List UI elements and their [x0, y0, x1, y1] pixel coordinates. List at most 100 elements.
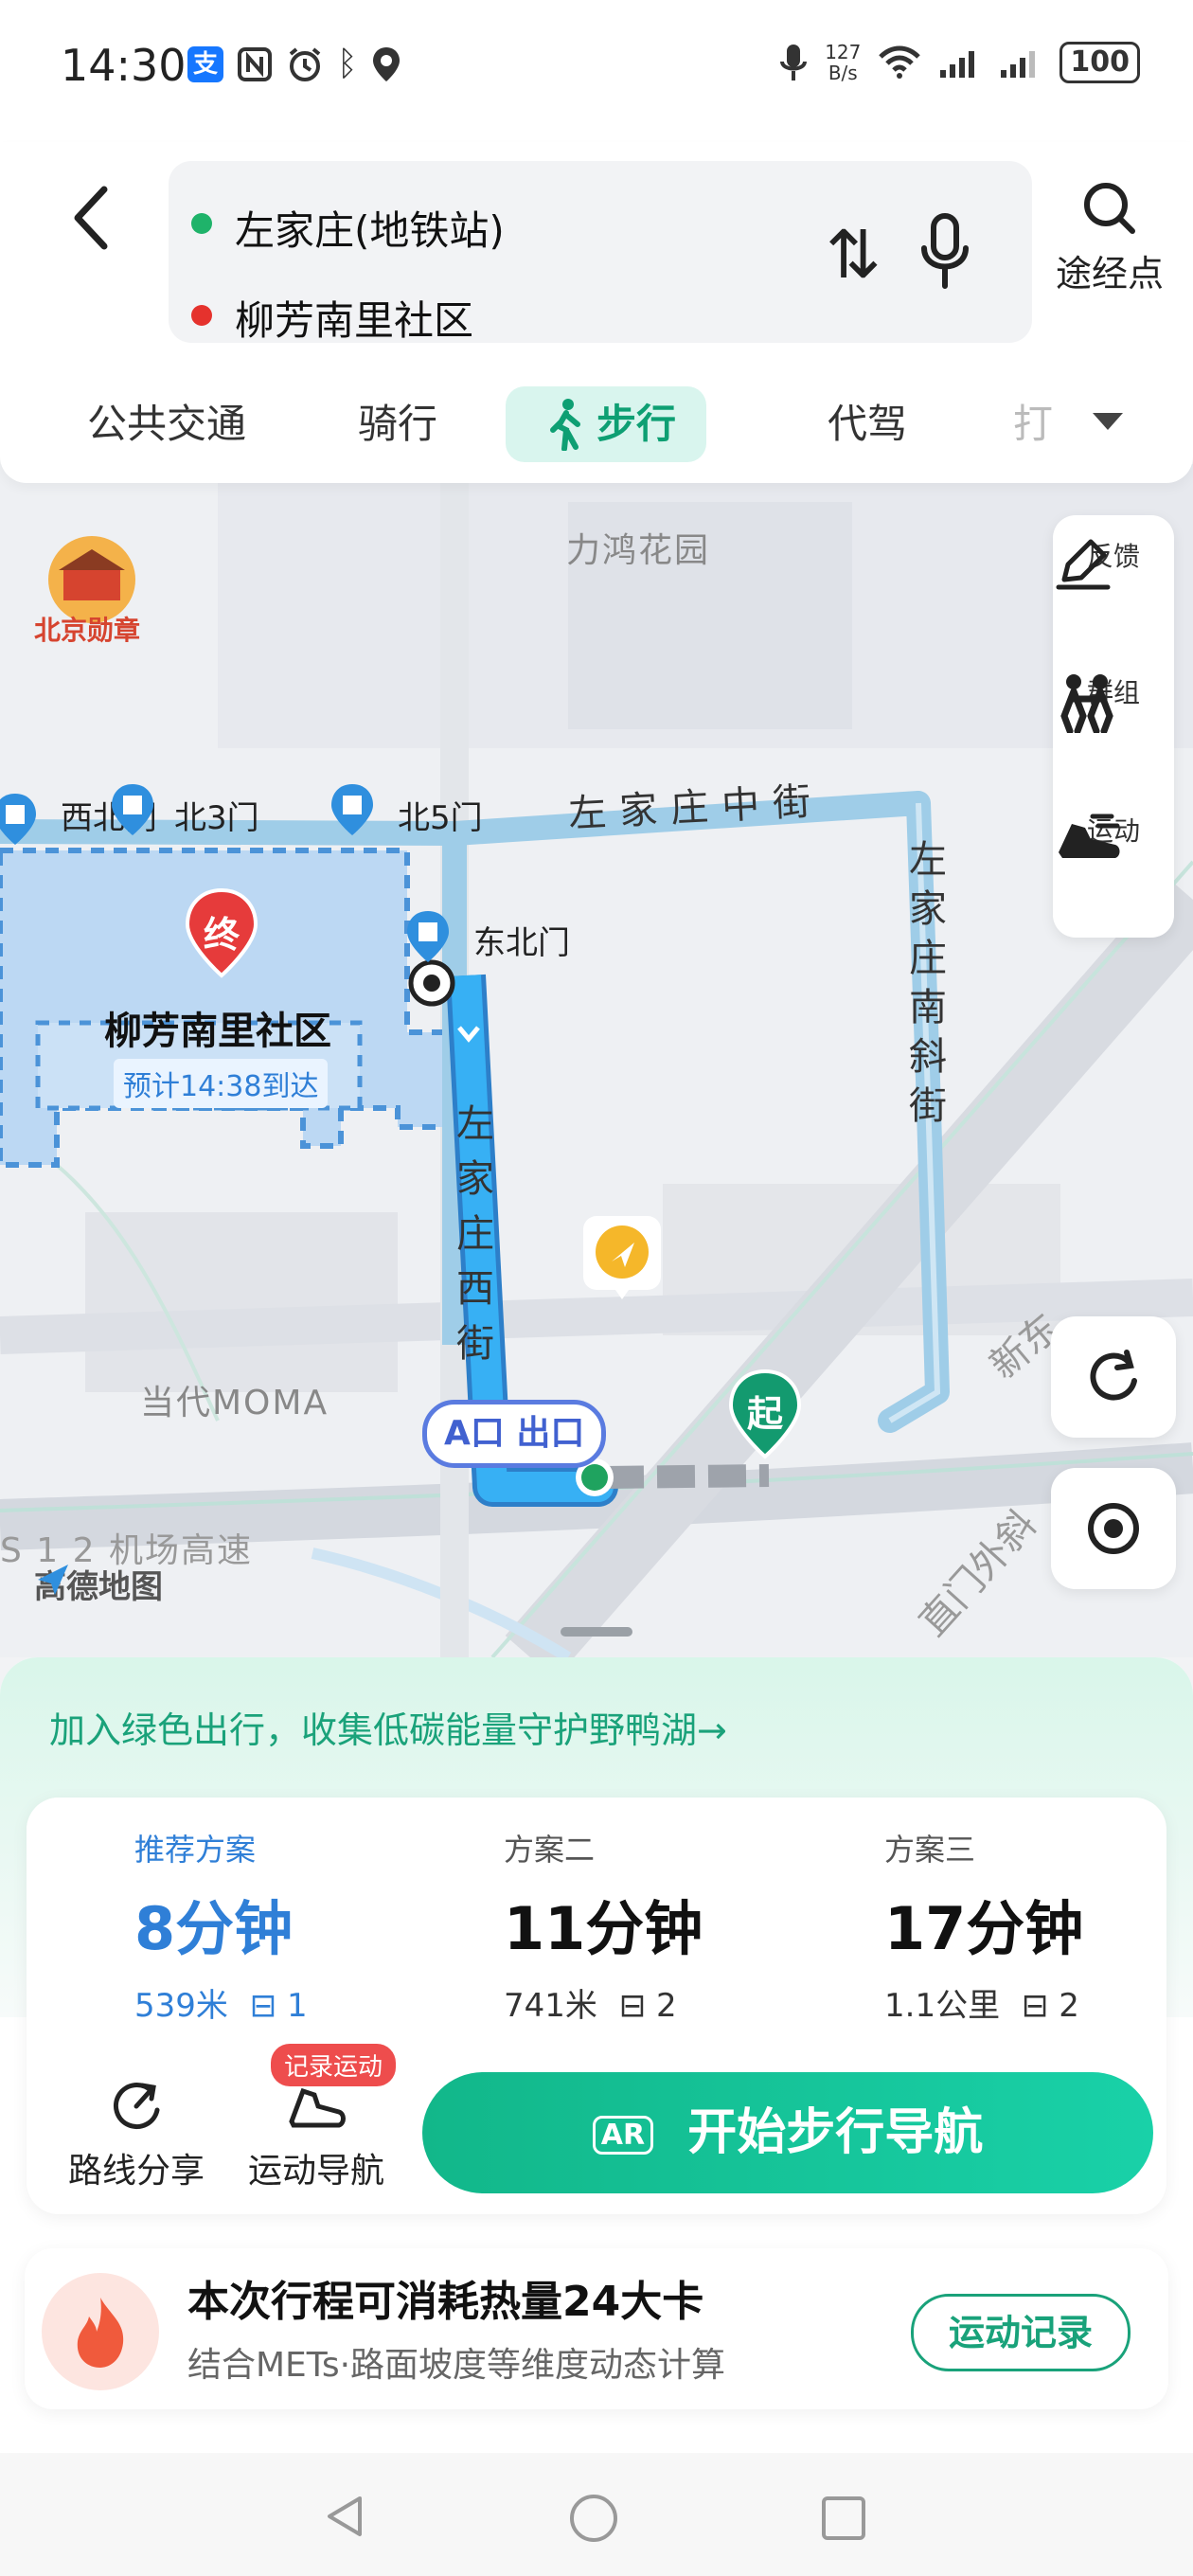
location-icon [372, 47, 400, 81]
plan-two[interactable]: 方案二 11分钟 741米 ⊟ 2 [504, 1826, 703, 2026]
gate-pin-icon [407, 911, 449, 962]
flame-icon [77, 2298, 124, 2368]
gate-pin-icon [0, 794, 36, 845]
status-right-icons: 127 B/s 100 [779, 42, 1140, 83]
plan-lights: 2 [1059, 1987, 1079, 2025]
status-left-icons: 支 ᛒ [187, 45, 401, 83]
poi-bubble-icon[interactable] [579, 1212, 665, 1303]
sport-shoe-icon [289, 2087, 346, 2128]
green-travel-text[interactable]: 加入绿色出行，收集低碳能量守护野鸭湖→ [49, 1701, 727, 1753]
plan-distance: 741米 [504, 1987, 597, 2025]
voice-input-icon[interactable] [917, 210, 973, 295]
via-point-button[interactable]: 途经点 [1053, 178, 1166, 296]
start-marker-label: 起 [746, 1393, 783, 1435]
traffic-light-icon: ⊟ [1021, 1987, 1049, 2025]
sheet-drag-handle[interactable] [561, 1627, 632, 1637]
plan-meta: 741米 ⊟ 2 [504, 1979, 703, 2026]
calorie-card: 本次行程可消耗热量24大卡 结合METs·路面坡度等维度动态计算 运动记录 [25, 2248, 1168, 2409]
more-tabs-chevron-icon[interactable] [1089, 407, 1127, 436]
net-speed: 127 B/s [825, 41, 862, 84]
tab-walking[interactable]: 步行 [506, 386, 707, 462]
plan-recommended[interactable]: 推荐方案 8分钟 539米 ⊟ 1 [134, 1826, 308, 2026]
flame-icon-bg [42, 2273, 159, 2390]
signal-icon-2 [1001, 51, 1036, 78]
running-shoe-icon [1059, 814, 1120, 858]
badge-label: 北京勋章 [34, 615, 141, 646]
gate-east-north[interactable]: 东北门 [473, 917, 570, 963]
plan-title: 推荐方案 [134, 1832, 257, 1868]
gate-pin-icon [112, 784, 153, 835]
group-people-icon [1060, 674, 1113, 733]
plan-lights: 2 [656, 1987, 677, 2025]
back-arrow-icon[interactable] [62, 180, 119, 256]
subway-exit-label[interactable]: A口 出口 [422, 1400, 607, 1468]
start-walking-navigation-label: 开始步行导航 [687, 2104, 984, 2161]
wifi-icon [879, 45, 921, 79]
battery-indicator: 100 [1059, 42, 1140, 83]
via-point-label: 途经点 [1055, 253, 1164, 295]
sport-record-button[interactable]: 运动记录 [911, 2294, 1131, 2371]
map-view[interactable]: 北京勋章 力鸿花园 当代MOMA 西北门 北3门 北5门 东北门 左家庄中街 左… [0, 464, 1193, 1657]
microphone-status-icon [780, 45, 808, 80]
system-nav-bar [0, 2453, 1193, 2576]
route-input-box[interactable]: 左家庄(地铁站) 柳芳南里社区 ⇅ [169, 161, 1032, 344]
calorie-title: 本次行程可消耗热量24大卡 [187, 2278, 704, 2326]
destination-field[interactable]: 柳芳南里社区 [235, 289, 473, 347]
plan-time: 11分钟 [504, 1894, 703, 1963]
status-time: 14:30 [61, 40, 187, 91]
end-marker-label: 终 [203, 914, 240, 956]
ar-icon: AR [592, 2116, 654, 2155]
sport-navigation-button[interactable]: 运动导航 [222, 2078, 411, 2192]
plan-time: 8分钟 [134, 1894, 294, 1963]
route-header: 左家庄(地铁站) 柳芳南里社区 ⇅ 途经点 公共交通 骑行 步行 代驾 打 [0, 142, 1193, 483]
end-marker[interactable]: 终 [182, 886, 261, 981]
amap-logo-icon [38, 1565, 68, 1595]
share-icon [113, 2083, 160, 2130]
gate-north-3[interactable]: 北3门 [174, 792, 259, 838]
poi-moma[interactable]: 当代MOMA [140, 1375, 329, 1424]
plan-meta: 1.1公里 ⊟ 2 [884, 1979, 1083, 2026]
route-share-button[interactable]: 路线分享 [42, 2078, 231, 2192]
refresh-icon [1090, 1350, 1137, 1401]
nav-recents-icon[interactable] [820, 2495, 867, 2542]
sport-navigation-label: 运动导航 [247, 2152, 384, 2191]
calorie-subtitle: 结合METs·路面坡度等维度动态计算 [187, 2346, 726, 2385]
alipay-icon: 支 [187, 46, 223, 82]
start-marker[interactable]: 起 [725, 1368, 805, 1462]
amap-logo: 高德地图 [34, 1561, 163, 1607]
start-walking-navigation-button[interactable]: AR 开始步行导航 [422, 2072, 1153, 2193]
tab-cycling[interactable]: 骑行 [358, 386, 437, 462]
route-sheet: 加入绿色出行，收集低碳能量守护野鸭湖→ 推荐方案 8分钟 539米 ⊟ 1 方案… [0, 1657, 1193, 2576]
nav-back-icon[interactable] [322, 2493, 369, 2540]
street-zuojiazhuang-nanxie: 左家庄南斜街 [909, 838, 947, 1128]
origin-dot [191, 213, 212, 234]
tab-public-transit[interactable]: 公共交通 [87, 386, 246, 462]
plan-lights: 1 [287, 1987, 308, 2025]
nav-home-icon[interactable] [568, 2493, 619, 2544]
locate-me-button[interactable] [1051, 1468, 1176, 1589]
search-icon [1084, 183, 1135, 234]
feedback-button[interactable]: 反馈 [1053, 536, 1174, 590]
traffic-light-icon: ⊟ [618, 1987, 647, 2025]
origin-field[interactable]: 左家庄(地铁站) [235, 199, 505, 257]
route-share-label: 路线分享 [67, 2152, 205, 2191]
sport-button[interactable]: 运动 [1053, 811, 1174, 858]
beijing-medal-badge[interactable]: 北京勋章 [32, 530, 151, 646]
gate-north-5[interactable]: 北5门 [398, 792, 483, 838]
group-button[interactable]: 群组 [1053, 672, 1174, 733]
plan-title: 方案二 [504, 1832, 596, 1868]
locate-icon [1088, 1503, 1139, 1554]
signal-icon-1 [940, 51, 975, 78]
status-bar: 14:30 支 ᛒ 127 B/s 100 [0, 0, 1193, 142]
plan-time: 17分钟 [884, 1894, 1084, 1963]
route-plans-card: 推荐方案 8分钟 539米 ⊟ 1 方案二 11分钟 741米 ⊟ 2 方案三 … [27, 1798, 1166, 2214]
tab-chauffeur[interactable]: 代驾 [828, 386, 907, 462]
destination-name[interactable]: 柳芳南里社区 [104, 1000, 331, 1055]
refresh-button[interactable] [1051, 1316, 1176, 1438]
poi-lihong-garden[interactable]: 力鸿花园 [566, 523, 710, 572]
plan-three[interactable]: 方案三 17分钟 1.1公里 ⊟ 2 [884, 1826, 1083, 2026]
swap-icon[interactable]: ⇅ [826, 216, 881, 294]
plan-distance: 539米 [134, 1987, 228, 2025]
tab-taxi[interactable]: 打 [1013, 386, 1053, 462]
eta-label: 预计14:38到达 [114, 1059, 329, 1108]
